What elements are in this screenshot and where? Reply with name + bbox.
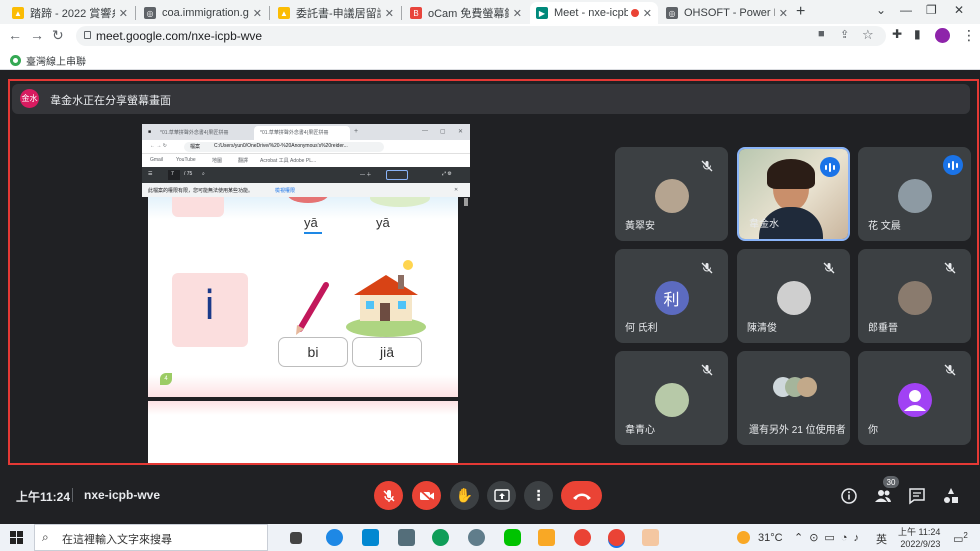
- present-icon: [493, 488, 510, 502]
- bookmark-item[interactable]: 臺灣線上串聯: [10, 53, 86, 68]
- hangup-icon: [572, 493, 591, 500]
- edge-icon[interactable]: [432, 529, 449, 546]
- activities-icon: [944, 488, 958, 503]
- recording-frame: [8, 79, 979, 465]
- drive-icon: ▲: [278, 7, 290, 19]
- star-icon[interactable]: ☆: [862, 27, 874, 43]
- meeting-code: nxe-icpb-wve: [84, 488, 161, 502]
- edge-legacy-icon[interactable]: [326, 529, 343, 546]
- blogger-icon: B: [410, 7, 422, 19]
- tab-search-icon[interactable]: ⌄: [876, 3, 886, 17]
- start-button[interactable]: [10, 531, 23, 549]
- windows-icon: [10, 531, 23, 544]
- notification-icon[interactable]: ▭2: [953, 531, 968, 546]
- minimize-button[interactable]: —: [900, 3, 912, 17]
- people-button[interactable]: [873, 486, 893, 506]
- photos-icon[interactable]: [362, 529, 379, 546]
- chat-button[interactable]: [907, 486, 927, 506]
- settings-icon[interactable]: [468, 529, 485, 546]
- browser-tab[interactable]: ▲ 委託書-申議居留證09✕: [272, 2, 400, 24]
- close-icon[interactable]: ✕: [643, 7, 652, 20]
- globe-icon: ◎: [666, 7, 678, 19]
- present-button[interactable]: [487, 481, 516, 510]
- browser-tab[interactable]: ◎ OHSOFT - Power PC✕: [660, 2, 794, 24]
- people-icon: [875, 490, 891, 502]
- meeting-time: 上午11:24: [16, 490, 71, 504]
- activities-button[interactable]: [941, 486, 961, 506]
- close-icon[interactable]: ✕: [253, 7, 262, 20]
- restore-button[interactable]: ❐: [926, 3, 937, 17]
- globe-icon: ◎: [144, 7, 156, 19]
- close-window-button[interactable]: ✕: [954, 3, 964, 17]
- meet-icon: ▶: [536, 7, 548, 19]
- chrome-active-icon[interactable]: [608, 529, 625, 546]
- file-explorer-icon[interactable]: [538, 529, 555, 546]
- leave-call-button[interactable]: [561, 481, 602, 510]
- browser-tab[interactable]: B oCam 免費螢幕錄影✕: [404, 2, 528, 24]
- chat-icon: [909, 488, 925, 505]
- menu-icon[interactable]: ⋮: [962, 27, 976, 44]
- recording-icon: [630, 9, 639, 17]
- camera-toggle-button[interactable]: [412, 481, 441, 510]
- share-icon[interactable]: ⇪: [840, 28, 849, 41]
- chrome-icon[interactable]: [574, 529, 591, 546]
- people-count-badge: 30: [883, 476, 899, 488]
- close-icon[interactable]: ✕: [385, 7, 394, 20]
- task-view-icon[interactable]: [290, 532, 302, 544]
- search-icon: ⌕: [42, 530, 49, 544]
- camera-off-icon: [418, 488, 434, 503]
- bookmark-icon: [10, 55, 21, 66]
- more-vert-icon: ⋮: [531, 487, 546, 503]
- camera-icon[interactable]: ■: [818, 28, 825, 40]
- more-options-button[interactable]: ⋮: [524, 481, 553, 510]
- ime-language[interactable]: 英: [876, 531, 887, 547]
- bookmarks-bar: [0, 48, 980, 70]
- line-icon[interactable]: [504, 529, 521, 546]
- raise-hand-button[interactable]: ✋: [450, 481, 479, 510]
- mic-toggle-button[interactable]: [374, 481, 403, 510]
- lock-icon[interactable]: [84, 31, 91, 39]
- tray-icons[interactable]: ⌃⊙▭◔♪: [794, 531, 865, 544]
- close-icon[interactable]: ✕: [119, 7, 128, 20]
- calculator-icon[interactable]: [398, 529, 415, 546]
- close-icon[interactable]: ✕: [513, 7, 522, 20]
- sidepanel-icon[interactable]: ▮: [914, 27, 921, 41]
- forward-icon[interactable]: →: [30, 27, 44, 43]
- mic-off-icon: [382, 489, 395, 502]
- taskbar-clock[interactable]: 上午 11:24 2022/9/23: [898, 526, 940, 550]
- close-icon[interactable]: ✕: [779, 7, 788, 20]
- url-text: meet.google.com/nxe-icpb-wve: [96, 29, 263, 43]
- hand-icon: ✋: [455, 487, 474, 503]
- info-icon: [841, 488, 857, 504]
- browser-tab[interactable]: ◎ coa.immigration.gov✕: [138, 2, 268, 24]
- weather-temp: 31°C: [758, 532, 783, 544]
- browser-tab-active[interactable]: ▶ Meet - nxe-icpb ✕: [530, 2, 658, 24]
- back-icon[interactable]: ←: [8, 27, 22, 43]
- taskbar-search-placeholder: 在這裡輸入文字來搜尋: [62, 534, 172, 546]
- reload-icon[interactable]: ↻: [52, 27, 64, 44]
- weather-icon: [737, 531, 750, 544]
- info-button[interactable]: [839, 486, 859, 506]
- new-tab-button[interactable]: +: [796, 3, 805, 21]
- browser-tab[interactable]: ▲ 踏蹄 - 2022 賞響糸訳✕: [6, 2, 134, 24]
- ocam-icon[interactable]: [642, 529, 659, 546]
- profile-avatar[interactable]: [935, 28, 950, 43]
- extensions-icon[interactable]: ✚: [892, 27, 902, 41]
- drive-icon: ▲: [12, 7, 24, 19]
